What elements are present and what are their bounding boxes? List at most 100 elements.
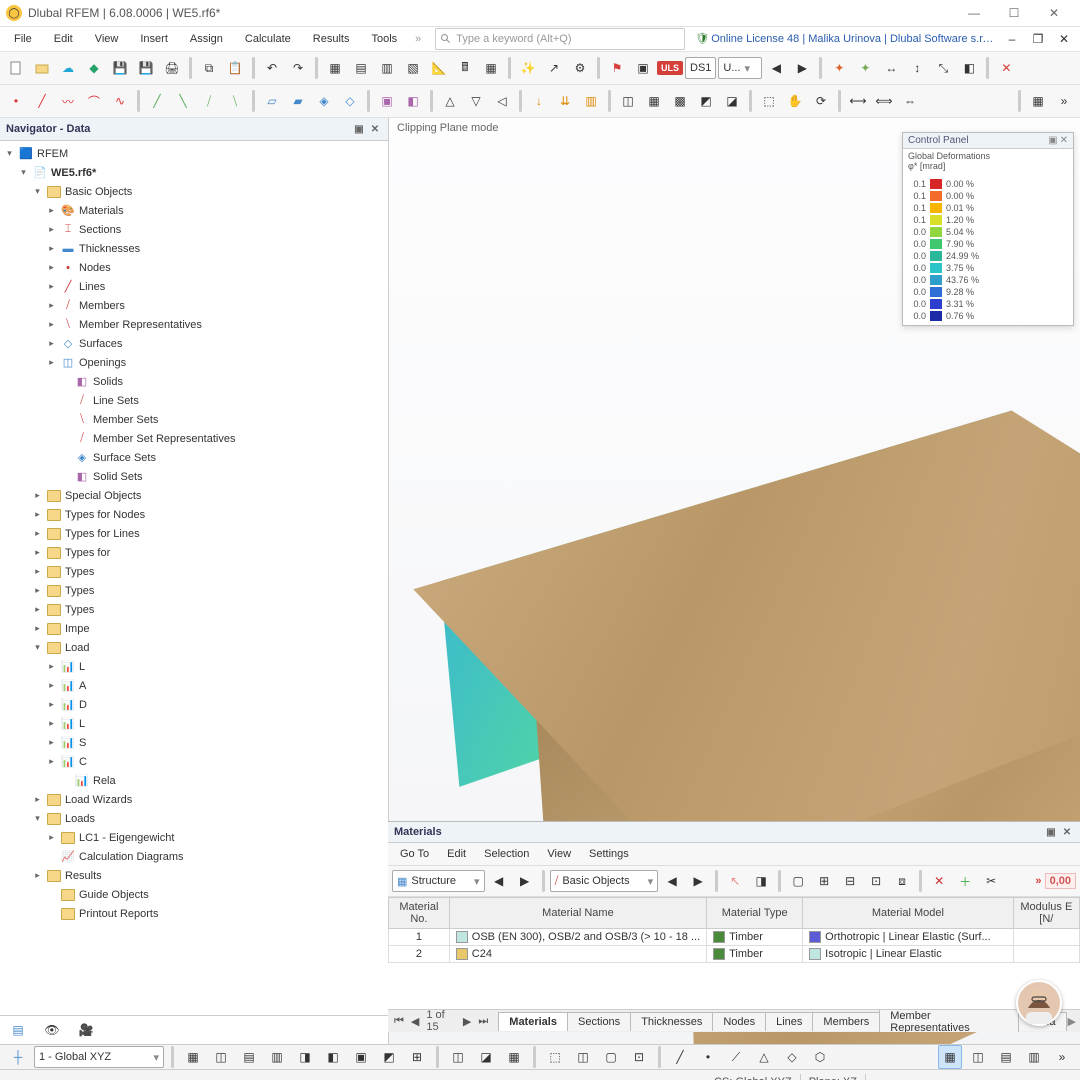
tree-load[interactable]: Load	[65, 642, 89, 654]
mat-menu-selection[interactable]: Selection	[476, 846, 537, 862]
mat-a4-icon[interactable]: ⊡	[864, 869, 888, 893]
arrow-icon[interactable]: ↗	[542, 56, 566, 80]
assistant-avatar[interactable]	[1016, 980, 1062, 1026]
view3-icon[interactable]: ▧	[401, 56, 425, 80]
mat-select-icon[interactable]: ↖	[723, 869, 747, 893]
nav-views-tab-icon[interactable]: 🎥	[74, 1018, 98, 1042]
bt20-icon[interactable]: △	[752, 1045, 776, 1069]
uls-badge[interactable]: ULS	[657, 61, 683, 75]
nav-show-tab-icon[interactable]: 👁	[40, 1018, 64, 1042]
tree-guide[interactable]: Guide Objects	[79, 889, 149, 901]
table-row[interactable]: 1OSB (EN 300), OSB/2 and OSB/3 (> 10 - 1…	[389, 929, 1080, 946]
tree-root[interactable]: RFEM	[37, 148, 68, 160]
bt22-icon[interactable]: ⬡	[808, 1045, 832, 1069]
bt21-icon[interactable]: ◇	[780, 1045, 804, 1069]
calc-icon[interactable]: 🖩	[453, 56, 477, 80]
menu-file[interactable]: File	[4, 30, 42, 48]
tab-materials[interactable]: Materials	[498, 1012, 568, 1031]
view1-icon[interactable]: ▤	[349, 56, 373, 80]
pan-icon[interactable]: ✋	[783, 89, 807, 113]
mat-menu-settings[interactable]: Settings	[581, 846, 637, 862]
bt2-icon[interactable]: ◫	[209, 1045, 233, 1069]
col-matmodel[interactable]: Material Model	[803, 898, 1013, 929]
mat-next2-icon[interactable]: ▶	[686, 869, 710, 893]
bt-view1-icon[interactable]: ▦	[938, 1045, 962, 1069]
tree-results[interactable]: Results	[65, 870, 102, 882]
tree-lc-a[interactable]: A	[79, 680, 86, 692]
bt13-icon[interactable]: ⬚	[543, 1045, 567, 1069]
bt9-icon[interactable]: ⊞	[405, 1045, 429, 1069]
grid3-icon[interactable]: ▦	[1026, 89, 1050, 113]
tree-calcdiag[interactable]: Calculation Diagrams	[79, 851, 184, 863]
tabs-scroll-icon[interactable]: ▶	[1068, 1015, 1076, 1028]
mat-menu-edit[interactable]: Edit	[439, 846, 474, 862]
bt4-icon[interactable]: ▥	[265, 1045, 289, 1069]
menu-edit[interactable]: Edit	[44, 30, 83, 48]
tree-lc-d[interactable]: D	[79, 699, 87, 711]
mat-close-icon[interactable]: ✕	[1060, 825, 1074, 839]
member4-icon[interactable]: ⧹	[223, 89, 247, 113]
polyline-icon[interactable]: 〰	[56, 89, 80, 113]
tree-members[interactable]: Members	[79, 300, 125, 312]
cs-icon[interactable]: ┼	[6, 1045, 30, 1069]
load2-icon[interactable]: ⇊	[553, 89, 577, 113]
tree-linesets[interactable]: Line Sets	[93, 395, 139, 407]
save-all-icon[interactable]: 💾	[134, 56, 158, 80]
rotate-icon[interactable]: ⟳	[809, 89, 833, 113]
minimize-button[interactable]: —	[954, 0, 994, 26]
surf3-icon[interactable]: ◈	[312, 89, 336, 113]
menu-results[interactable]: Results	[303, 30, 360, 48]
node-icon[interactable]: •	[4, 89, 28, 113]
member-icon[interactable]: ╱	[145, 89, 169, 113]
tree-sections[interactable]: Sections	[79, 224, 121, 236]
bt6-icon[interactable]: ◧	[321, 1045, 345, 1069]
mat-a2-icon[interactable]: ⊞	[812, 869, 836, 893]
menu-tools[interactable]: Tools	[361, 30, 407, 48]
settings-icon[interactable]: ⚙	[568, 56, 592, 80]
menu-overflow-icon[interactable]: »	[409, 33, 427, 45]
render2-icon[interactable]: ▦	[642, 89, 666, 113]
menu-calculate[interactable]: Calculate	[235, 30, 301, 48]
render3-icon[interactable]: ▩	[668, 89, 692, 113]
basicobjects-combo[interactable]: ⧸Basic Objects▾	[550, 870, 659, 892]
select-icon[interactable]: ⬚	[757, 89, 781, 113]
page-nav[interactable]: ⏮ ◀ 1 of 15 ▶ ⏭	[392, 1009, 490, 1032]
doc-minimize-button[interactable]: –	[1000, 27, 1024, 51]
surf4-icon[interactable]: ◇	[338, 89, 362, 113]
grid-icon[interactable]: ▦	[323, 56, 347, 80]
page-last-icon[interactable]: ⏭	[476, 1015, 490, 1028]
control-panel[interactable]: Control Panel ▣✕ Global Deformations φ* …	[902, 132, 1074, 326]
tree-printout[interactable]: Printout Reports	[79, 908, 158, 920]
load1-icon[interactable]: ↓	[527, 89, 551, 113]
bt5-icon[interactable]: ◨	[293, 1045, 317, 1069]
sup1-icon[interactable]: △	[438, 89, 462, 113]
bt7-icon[interactable]: ▣	[349, 1045, 373, 1069]
panel-float-icon[interactable]: ▣	[352, 122, 366, 136]
mat-prev2-icon[interactable]: ◀	[660, 869, 684, 893]
mat-menu-view[interactable]: View	[539, 846, 579, 862]
more-icon[interactable]: »	[1052, 89, 1076, 113]
bt19-icon[interactable]: ⟋	[724, 1045, 748, 1069]
print-icon[interactable]: 🖨	[160, 56, 184, 80]
mat-a5-icon[interactable]: ⧈	[890, 869, 914, 893]
panel-close-icon[interactable]: ✕	[368, 122, 382, 136]
cloud-icon[interactable]: ☁	[56, 56, 80, 80]
tab-lines[interactable]: Lines	[765, 1012, 813, 1031]
bt-view2-icon[interactable]: ◫	[966, 1045, 990, 1069]
tab-nodes[interactable]: Nodes	[712, 1012, 766, 1031]
tree-types-lines[interactable]: Types for Lines	[65, 528, 140, 540]
tree-loads[interactable]: Loads	[65, 813, 95, 825]
dim-y-icon[interactable]: ↕	[905, 56, 929, 80]
dim2-icon[interactable]: ⟺	[872, 89, 896, 113]
tree-openings[interactable]: Openings	[79, 357, 126, 369]
undo-icon[interactable]: ↶	[260, 56, 284, 80]
page-next-icon[interactable]: ▶	[461, 1015, 473, 1028]
surf1-icon[interactable]: ▱	[260, 89, 284, 113]
model-icon[interactable]: ◆	[82, 56, 106, 80]
search-input[interactable]: Type a keyword (Alt+Q)	[435, 28, 685, 50]
solid1-icon[interactable]: ▣	[375, 89, 399, 113]
save-icon[interactable]: 💾	[108, 56, 132, 80]
tab-memberrep[interactable]: Member Representatives	[879, 1009, 1019, 1032]
cancel-icon[interactable]: ✕	[994, 56, 1018, 80]
mat-del-icon[interactable]: ✕	[927, 869, 951, 893]
